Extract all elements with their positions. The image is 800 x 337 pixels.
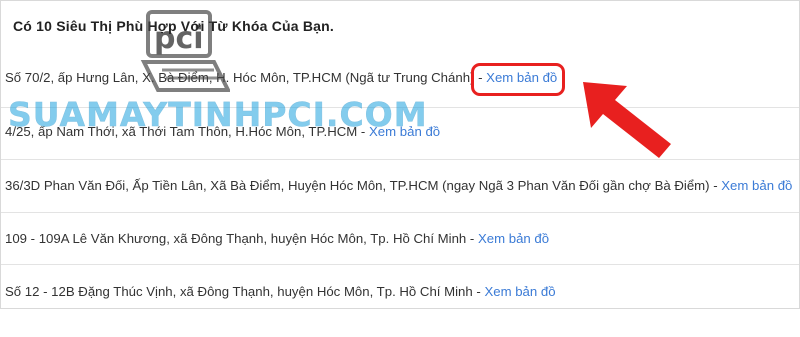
logo-text: pci bbox=[154, 21, 204, 56]
store-list-panel: Có 10 Siêu Thị Phù Hợp Với Từ Khóa Của B… bbox=[0, 0, 800, 309]
view-map-link[interactable]: Xem bản đồ bbox=[478, 231, 549, 246]
row-divider bbox=[1, 264, 799, 265]
row-divider bbox=[1, 159, 799, 160]
store-row: Số 12 - 12B Đặng Thúc Vịnh, xã Đông Thạn… bbox=[1, 284, 799, 337]
row-divider bbox=[1, 212, 799, 213]
red-arrow-icon bbox=[583, 82, 671, 158]
view-map-link[interactable]: Xem bản đồ bbox=[721, 178, 792, 193]
store-address: Số 12 - 12B Đặng Thúc Vịnh, xã Đông Thạn… bbox=[5, 284, 473, 299]
separator: - bbox=[709, 178, 722, 193]
separator: - bbox=[472, 284, 485, 299]
store-row: 109 - 109A Lê Văn Khương, xã Đông Thạnh,… bbox=[1, 231, 799, 284]
laptop-logo-icon: pci bbox=[140, 10, 230, 92]
store-address: 36/3D Phan Văn Đối, Ấp Tiền Lân, Xã Bà Đ… bbox=[5, 178, 710, 193]
store-address: Số 70/2, ấp Hưng Lân, X. Bà Điểm, H. Hóc… bbox=[5, 70, 475, 85]
view-map-link[interactable]: Xem bản đồ bbox=[484, 284, 555, 299]
separator: - bbox=[466, 231, 478, 246]
watermark-brand-text: SUAMAYTINHPCI.COM bbox=[8, 95, 428, 135]
store-address: 109 - 109A Lê Văn Khương, xã Đông Thạnh,… bbox=[5, 231, 467, 246]
highlight-box bbox=[471, 63, 565, 96]
store-row: 36/3D Phan Văn Đối, Ấp Tiền Lân, Xã Bà Đ… bbox=[1, 178, 799, 231]
